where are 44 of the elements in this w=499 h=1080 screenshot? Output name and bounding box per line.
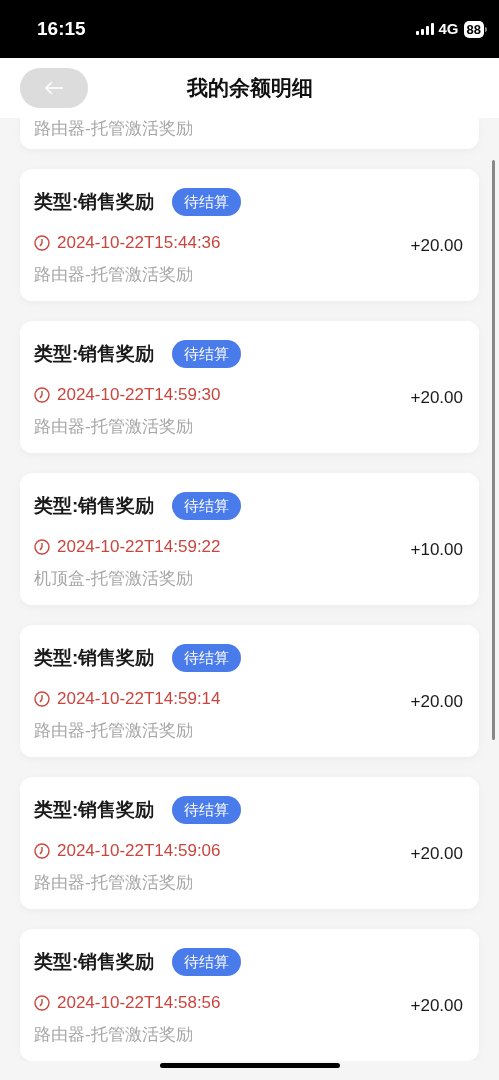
record-description: 路由器-托管激活奖励 [34, 872, 194, 894]
clock-icon [34, 691, 50, 707]
record-type: 类型:销售奖励 [34, 797, 155, 822]
record-time: 2024-10-22T15:44:36 [57, 232, 221, 255]
status-badge: 待结算 [172, 644, 242, 672]
status-badge: 待结算 [172, 340, 242, 368]
record-description: 路由器-托管激活奖励 [34, 264, 194, 286]
back-arrow-icon [44, 80, 64, 96]
record-time: 2024-10-22T14:58:56 [57, 992, 221, 1015]
record-type: 类型:销售奖励 [34, 493, 155, 518]
clock-time: 16:15 [37, 16, 86, 41]
clock-icon [34, 995, 50, 1011]
record-description: 路由器-托管激活奖励 [34, 1024, 194, 1046]
record-description: 路由器-托管激活奖励 [34, 416, 194, 438]
record-amount: +20.00 [410, 235, 463, 258]
battery-level: 88 [463, 20, 484, 38]
record-description: 路由器-托管激活奖励 [34, 118, 194, 140]
status-badge: 待结算 [172, 188, 242, 216]
record-time: 2024-10-22T14:59:30 [57, 384, 221, 407]
record-type: 类型:销售奖励 [34, 341, 155, 366]
back-button[interactable] [20, 68, 88, 108]
clock-icon [34, 539, 50, 555]
record-time: 2024-10-22T14:59:22 [57, 536, 221, 559]
record-description: 机顶盒-托管激活奖励 [34, 568, 194, 590]
signal-icon [415, 23, 434, 35]
page-title: 我的余额明细 [186, 75, 313, 102]
record-time: 2024-10-22T14:59:06 [57, 840, 221, 863]
record-type: 类型:销售奖励 [34, 645, 155, 670]
clock-icon [34, 387, 50, 403]
clock-icon [34, 843, 50, 859]
clock-icon [34, 235, 50, 251]
network-label: 4G [438, 18, 459, 39]
record-amount: +20.00 [410, 843, 463, 866]
record-type: 类型:销售奖励 [34, 189, 155, 214]
status-badge: 待结算 [172, 796, 242, 824]
record-time: 2024-10-22T14:59:14 [57, 688, 221, 711]
record-amount: +20.00 [410, 691, 463, 714]
record-type: 类型:销售奖励 [34, 949, 155, 974]
record-amount: +20.00 [410, 995, 463, 1018]
record-amount: +10.00 [410, 539, 463, 562]
record-description: 路由器-托管激活奖励 [34, 720, 194, 742]
record-amount: +20.00 [410, 387, 463, 410]
status-badge: 待结算 [172, 492, 242, 520]
status-badge: 待结算 [172, 948, 242, 976]
